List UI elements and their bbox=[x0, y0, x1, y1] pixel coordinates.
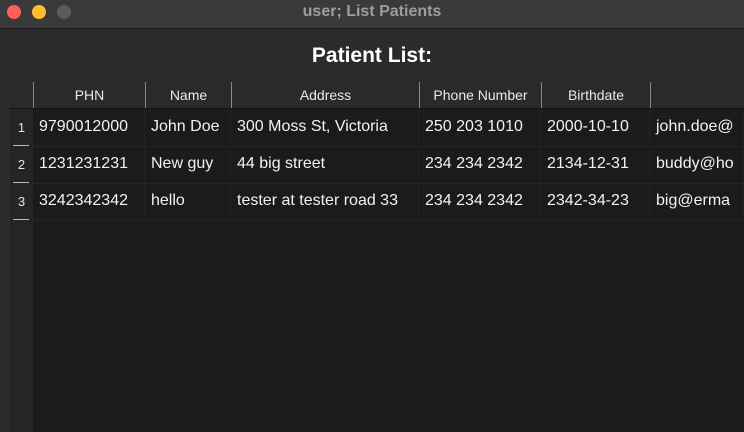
page-title: Patient List: bbox=[311, 44, 433, 67]
cell-email[interactable]: big@erma bbox=[650, 183, 744, 219]
cell-phone-number[interactable]: 250 203 1010 bbox=[419, 109, 541, 145]
title-bar: user; List Patients bbox=[0, 0, 744, 29]
column-header-address[interactable]: Address bbox=[231, 82, 419, 108]
row-number: 1 bbox=[17, 120, 26, 135]
cell-phone-number[interactable]: 234 234 2342 bbox=[419, 183, 541, 219]
row-header-column: 1 2 3 bbox=[10, 82, 34, 432]
cell-address[interactable]: 300 Moss St, Victoria bbox=[231, 109, 419, 145]
column-header-birthdate[interactable]: Birthdate bbox=[541, 82, 650, 108]
column-header-phone-number[interactable]: Phone Number bbox=[419, 82, 541, 108]
column-header-phn[interactable]: PHN bbox=[33, 82, 145, 108]
table-row[interactable]: 1231231231 New guy 44 big street 234 234… bbox=[33, 146, 744, 184]
column-header-email[interactable] bbox=[650, 82, 744, 108]
cell-name[interactable]: New guy bbox=[145, 146, 231, 182]
cell-email[interactable]: john.doe@ bbox=[650, 109, 744, 145]
cell-birthdate[interactable]: 2000-10-10 bbox=[541, 109, 650, 145]
cell-name[interactable]: John Doe bbox=[145, 109, 231, 145]
cell-phn[interactable]: 3242342342 bbox=[33, 183, 145, 219]
row-header[interactable]: 2 bbox=[10, 146, 33, 183]
table-row[interactable]: 3242342342 hello tester at tester road 3… bbox=[33, 183, 744, 221]
window-title: user; List Patients bbox=[302, 3, 442, 20]
row-divider bbox=[13, 219, 29, 220]
row-header[interactable]: 3 bbox=[10, 183, 33, 220]
cell-phone-number[interactable]: 234 234 2342 bbox=[419, 146, 541, 182]
table-body: 9790012000 John Doe 300 Moss St, Victori… bbox=[33, 109, 744, 432]
cell-email[interactable]: buddy@ho bbox=[650, 146, 744, 182]
cell-name[interactable]: hello bbox=[145, 183, 231, 219]
row-number: 3 bbox=[17, 194, 26, 209]
app-window: user; List Patients Patient List: 1 2 3 … bbox=[0, 0, 744, 432]
patient-table[interactable]: 1 2 3 PHN Name Address Phone Number Birt… bbox=[10, 82, 744, 432]
cell-phn[interactable]: 9790012000 bbox=[33, 109, 145, 145]
row-number: 2 bbox=[17, 157, 26, 172]
table-row[interactable]: 9790012000 John Doe 300 Moss St, Victori… bbox=[33, 109, 744, 147]
table-corner[interactable] bbox=[10, 82, 33, 109]
table-header: PHN Name Address Phone Number Birthdate bbox=[33, 82, 744, 109]
cell-address[interactable]: tester at tester road 33 bbox=[231, 183, 419, 219]
column-header-name[interactable]: Name bbox=[145, 82, 231, 108]
row-header[interactable]: 1 bbox=[10, 109, 33, 146]
cell-address[interactable]: 44 big street bbox=[231, 146, 419, 182]
cell-birthdate[interactable]: 2342-34-23 bbox=[541, 183, 650, 219]
cell-birthdate[interactable]: 2134-12-31 bbox=[541, 146, 650, 182]
cell-phn[interactable]: 1231231231 bbox=[33, 146, 145, 182]
